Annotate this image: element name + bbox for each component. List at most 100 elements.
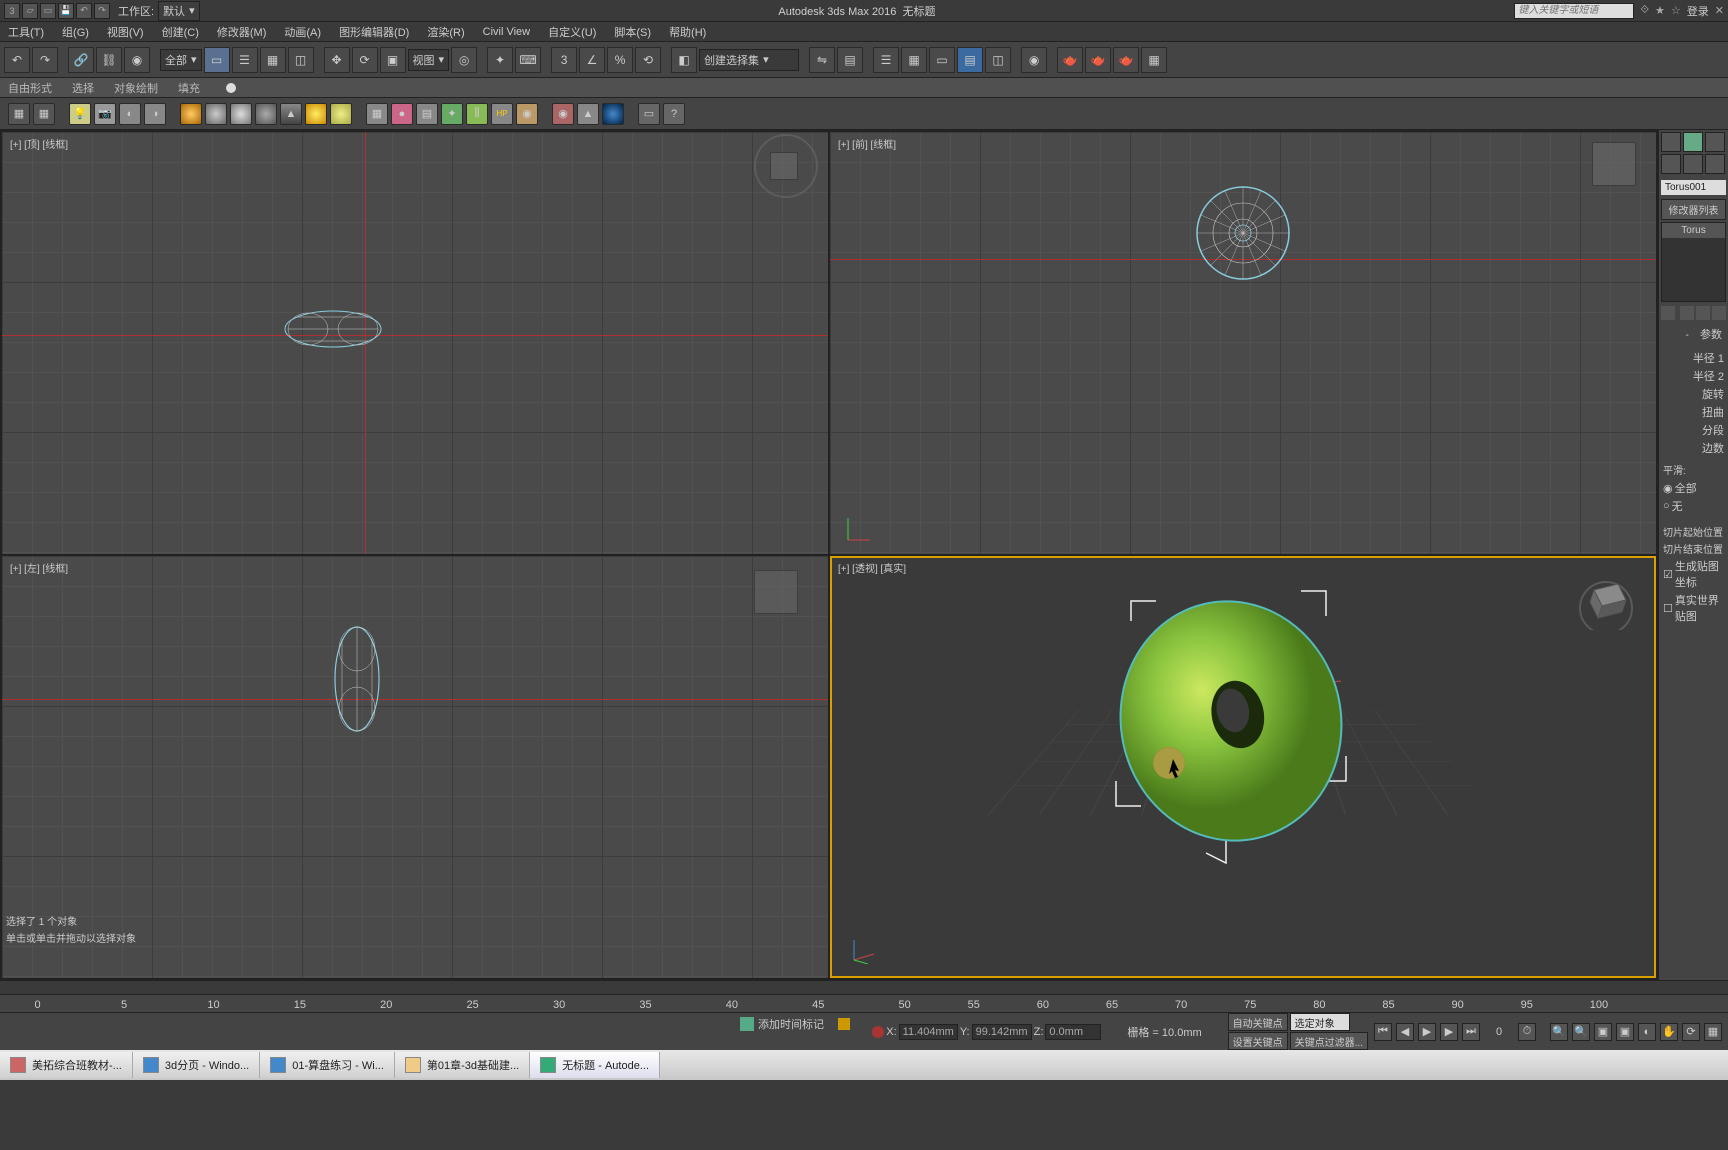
sphere-icon[interactable] xyxy=(602,103,624,125)
sphere-icon[interactable] xyxy=(230,103,252,125)
align-button[interactable]: ▤ xyxy=(837,47,863,73)
cone-icon[interactable]: ▲ xyxy=(280,103,302,125)
spinner-snap-button[interactable]: ⟲ xyxy=(635,47,661,73)
curve-editor-button[interactable]: ▤ xyxy=(957,47,983,73)
save-icon[interactable]: 💾 xyxy=(58,3,74,19)
keyfilter-button[interactable]: 关键点过滤器... xyxy=(1290,1032,1368,1050)
pin-stack-button[interactable] xyxy=(1661,306,1675,320)
taskbar-item-active[interactable]: 无标题 - Autode... xyxy=(530,1052,660,1078)
manip-button[interactable]: ✦ xyxy=(487,47,513,73)
x-field[interactable]: 11.404mm xyxy=(899,1024,958,1040)
named-sel-set[interactable]: 创建选择集 ▾ xyxy=(699,49,799,71)
tab-utilities[interactable] xyxy=(1705,154,1725,174)
ribbon-freeform[interactable]: 自由形式 xyxy=(8,80,52,96)
percent-snap-button[interactable]: % xyxy=(607,47,633,73)
modifier-stack[interactable]: Torus xyxy=(1661,222,1726,302)
viewcube[interactable] xyxy=(1574,566,1638,630)
viewcube[interactable] xyxy=(754,570,798,614)
selection-filter[interactable]: 全部 ▾ xyxy=(160,49,202,71)
refcoord-selector[interactable]: 视图 ▾ xyxy=(408,49,450,71)
goto-start-button[interactable]: ⏮ xyxy=(1374,1023,1392,1041)
key-target-selector[interactable]: 选定对象 xyxy=(1290,1013,1350,1031)
tb2-icon[interactable]: ◉ xyxy=(552,103,574,125)
viewport-label[interactable]: [+] [透视] [真实] xyxy=(838,560,906,575)
tag-icon[interactable] xyxy=(740,1017,754,1031)
menu-civil[interactable]: Civil View xyxy=(483,26,530,38)
sphere-icon[interactable] xyxy=(255,103,277,125)
link-button[interactable]: 🔗 xyxy=(68,47,94,73)
render-frame-button[interactable]: 🫖 xyxy=(1085,47,1111,73)
sphere-icon[interactable] xyxy=(180,103,202,125)
ribbon-expand-icon[interactable] xyxy=(226,83,236,93)
modifier-list-dropdown[interactable]: 修改器列表 xyxy=(1661,199,1726,220)
scale-button[interactable]: ▣ xyxy=(380,47,406,73)
menu-animation[interactable]: 动画(A) xyxy=(284,24,321,40)
viewport-label[interactable]: [+] [前] [线框] xyxy=(838,136,896,151)
select-name-button[interactable]: ☰ xyxy=(232,47,258,73)
new-icon[interactable]: ▱ xyxy=(22,3,38,19)
render-setup-button[interactable]: 🫖 xyxy=(1057,47,1083,73)
viewport-label[interactable]: [+] [左] [线框] xyxy=(10,560,68,575)
menu-create[interactable]: 创建(C) xyxy=(162,24,199,40)
add-marker-label[interactable]: 添加时间标记 xyxy=(758,1016,824,1032)
taskbar-item[interactable]: 美拓综合班教材-... xyxy=(0,1052,133,1078)
menu-script[interactable]: 脚本(S) xyxy=(614,24,651,40)
smooth-none-radio[interactable]: ○无 xyxy=(1659,497,1728,515)
tab-create[interactable] xyxy=(1661,132,1681,152)
select-region-button[interactable]: ▦ xyxy=(260,47,286,73)
ribbon-fill[interactable]: 填充 xyxy=(178,80,200,96)
menu-graph[interactable]: 图形编辑器(D) xyxy=(339,24,409,40)
angle-snap-button[interactable]: ∠ xyxy=(579,47,605,73)
y-field[interactable]: 99.142mm xyxy=(972,1024,1032,1040)
grass-icon[interactable]: ⫼ xyxy=(466,103,488,125)
search-input[interactable] xyxy=(1514,3,1634,19)
render-button[interactable]: 🫖 xyxy=(1113,47,1139,73)
taskbar-item[interactable]: 3d分页 - Windo... xyxy=(133,1052,260,1078)
object-name-field[interactable]: Torus001 xyxy=(1661,180,1726,195)
lock-icon[interactable] xyxy=(872,1026,884,1038)
infocenter-icon[interactable]: ⟐ xyxy=(1640,4,1649,17)
orbit-button[interactable]: ⟳ xyxy=(1682,1023,1700,1041)
window-crossing-button[interactable]: ◫ xyxy=(288,47,314,73)
frame-field[interactable]: 0 xyxy=(1484,1026,1514,1038)
menu-tools[interactable]: 工具(T) xyxy=(8,24,44,40)
render-prod-button[interactable]: ▦ xyxy=(1141,47,1167,73)
undo-button[interactable]: ↶ xyxy=(4,47,30,73)
tab-modify[interactable] xyxy=(1683,132,1703,152)
viewport-label[interactable]: [+] [顶] [线框] xyxy=(10,136,68,151)
setkey-button[interactable]: 设置关键点 xyxy=(1228,1032,1288,1050)
tb2-icon[interactable]: ● xyxy=(391,103,413,125)
viewcube-face[interactable] xyxy=(770,152,798,180)
time-config-button[interactable]: ⏱ xyxy=(1518,1023,1536,1041)
time-slider[interactable] xyxy=(0,981,1728,995)
unlink-button[interactable]: ⛓ xyxy=(96,47,122,73)
bind-button[interactable]: ◉ xyxy=(124,47,150,73)
pivot-button[interactable]: ◎ xyxy=(451,47,477,73)
ribbon-button[interactable]: ▭ xyxy=(929,47,955,73)
snap-button[interactable]: 3 xyxy=(551,47,577,73)
sphere-icon[interactable] xyxy=(330,103,352,125)
rollout-params[interactable]: - 参数 xyxy=(1661,324,1726,344)
timeline[interactable]: 0 5 10 15 20 25 30 35 40 45 50 55 60 65 … xyxy=(0,980,1728,1012)
sphere-icon[interactable] xyxy=(205,103,227,125)
zoom-button[interactable]: 🔍 xyxy=(1550,1023,1568,1041)
keymode-button[interactable]: ⌨ xyxy=(515,47,541,73)
viewport-front[interactable]: [+] [前] [线框] xyxy=(830,132,1656,554)
named-sel-button[interactable]: ◧ xyxy=(671,47,697,73)
schematic-button[interactable]: ◫ xyxy=(985,47,1011,73)
redo-icon[interactable]: ↷ xyxy=(94,3,110,19)
tb2-icon[interactable]: ▦ xyxy=(8,103,30,125)
camera-icon[interactable]: 📷 xyxy=(94,103,116,125)
viewport-top[interactable]: [+] [顶] [线框] xyxy=(2,132,828,554)
z-field[interactable]: 0.0mm xyxy=(1045,1024,1101,1040)
make-unique-button[interactable] xyxy=(1696,306,1710,320)
smooth-all-radio[interactable]: ◉全部 xyxy=(1659,479,1728,497)
rotate-button[interactable]: ⟳ xyxy=(352,47,378,73)
sun-icon[interactable] xyxy=(305,103,327,125)
light-icon[interactable]: 💡 xyxy=(69,103,91,125)
tab-motion[interactable] xyxy=(1661,154,1681,174)
tb2-icon[interactable]: ▭ xyxy=(638,103,660,125)
exchange-icon[interactable]: ✕ xyxy=(1715,4,1724,17)
play-button[interactable]: ▶ xyxy=(1418,1023,1436,1041)
tb2-icon[interactable]: ◉ xyxy=(516,103,538,125)
